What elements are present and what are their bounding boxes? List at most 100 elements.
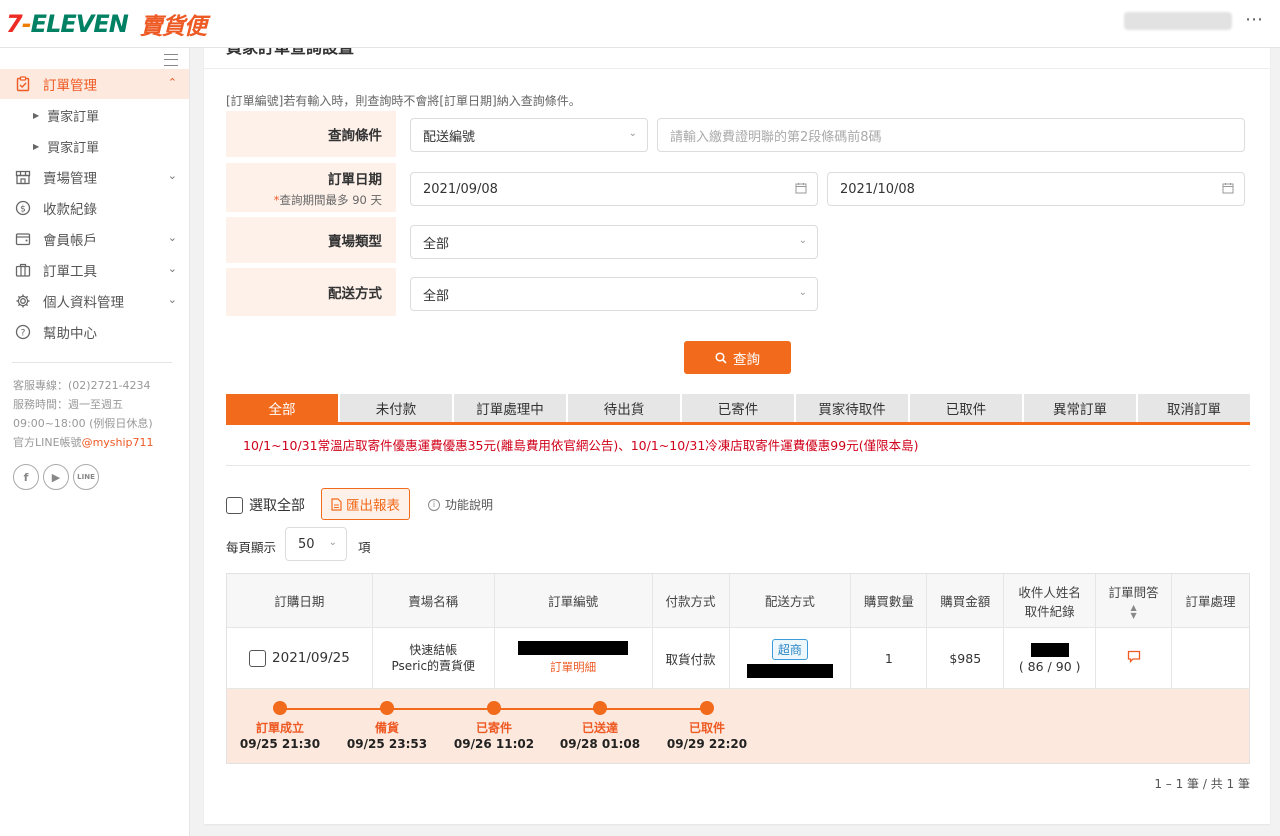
header-order-qa[interactable]: 訂單問答 ▲ ▼ <box>1096 574 1173 627</box>
youtube-icon[interactable]: ▶ <box>43 464 69 490</box>
chevron-down-icon: ⌄ <box>628 128 637 139</box>
section-divider <box>226 465 1250 466</box>
delivery-badge: 超商 <box>771 638 808 660</box>
sidebar-item-store-management[interactable]: 賣場管理 ⌄ <box>0 162 189 192</box>
sidebar-item-order-tools[interactable]: 訂單工具 ⌄ <box>0 255 189 285</box>
sidebar-item-profile-settings[interactable]: 個人資料管理 ⌄ <box>0 286 189 316</box>
line-account-label: 官方LINE帳號 <box>13 436 82 449</box>
briefcase-icon <box>14 261 32 279</box>
sidebar-item-payment-records[interactable]: $ 收款紀錄 <box>0 193 189 223</box>
sidebar-item-help-center[interactable]: ? 幫助中心 <box>0 317 189 347</box>
query-condition-label: 查詢條件 <box>226 111 396 157</box>
header-pickup-record: 取件紀錄 <box>1024 603 1075 619</box>
tab-processing[interactable]: 訂單處理中 <box>454 394 566 422</box>
row-checkbox[interactable] <box>249 649 267 667</box>
order-detail-link[interactable]: 訂單明細 <box>550 659 596 675</box>
sidebar-subitem-buyer-orders[interactable]: ▶ 買家訂單 <box>0 132 189 160</box>
payment-method-cell: 取貨付款 <box>653 628 730 688</box>
tab-all[interactable]: 全部 <box>226 394 338 422</box>
search-icon <box>715 351 727 364</box>
date-to-input[interactable]: 2021/10/08 <box>827 172 1245 206</box>
gear-icon <box>14 292 32 310</box>
logo-brand: 賣貨便 <box>139 14 207 40</box>
site-logo[interactable]: 7-ELEVEN 賣貨便 <box>6 8 207 40</box>
line-icon[interactable]: LINE <box>73 464 99 490</box>
store-name-cell: 快速結帳 Pseric的賣貨便 <box>373 628 495 688</box>
chevron-down-icon: ⌄ <box>798 235 807 246</box>
order-date-hint: *查詢期間最多 90 天 <box>274 192 382 208</box>
timeline-label: 已寄件 <box>475 721 512 735</box>
table-row: 2021/09/25 快速結帳 Pseric的賣貨便 訂單明細 取貨付款 超商 … <box>227 628 1249 689</box>
tab-awaiting-pickup[interactable]: 買家待取件 <box>796 394 908 422</box>
order-date-cell: 2021/09/25 <box>227 628 373 688</box>
more-options-icon[interactable]: ⋯ <box>1244 10 1264 30</box>
timeline-dot <box>273 701 287 715</box>
timeline-time: 09/25 23:53 <box>346 737 428 751</box>
sidebar-item-label: 訂單工具 <box>43 264 97 280</box>
timeline-time: 09/26 11:02 <box>453 737 535 751</box>
sidebar-item-label: 訂單管理 <box>43 78 97 94</box>
sidebar-item-order-management[interactable]: 訂單管理 ⌃ <box>0 69 189 99</box>
select-all-checkbox[interactable]: 選取全部 <box>226 495 305 515</box>
calendar-icon[interactable] <box>1222 182 1234 194</box>
store-type-value: 全部 <box>423 236 450 252</box>
line-account-id[interactable]: @myship711 <box>82 436 154 449</box>
query-condition-label-text: 查詢條件 <box>328 128 382 144</box>
sidebar-item-label: 收款紀錄 <box>43 202 97 218</box>
order-qa-cell <box>1096 628 1173 688</box>
user-account-blurred[interactable] <box>1124 12 1232 30</box>
caret-right-icon: ▶ <box>33 110 40 120</box>
svg-text:$: $ <box>20 205 26 215</box>
per-page-label: 每頁顯示 <box>226 540 277 555</box>
store-icon <box>14 168 32 186</box>
delivery-method-cell: 超商 <box>730 628 852 688</box>
store-type-label-text: 賣場類型 <box>328 234 382 250</box>
date-from-input[interactable]: 2021/09/08 <box>410 172 818 206</box>
function-help-link[interactable]: i 功能說明 <box>428 496 493 513</box>
timeline-time: 09/29 22:20 <box>666 737 748 751</box>
timeline-label: 已送達 <box>581 721 618 735</box>
query-keyword-input[interactable]: 請輸入繳費證明聯的第2段條碼前8碼 <box>657 118 1245 152</box>
header-order-date: 訂購日期 <box>227 574 373 627</box>
timeline-step: 備貨 09/25 23:53 <box>342 701 432 751</box>
timeline-step: 已寄件 09/26 11:02 <box>449 701 539 751</box>
per-page-unit: 項 <box>358 540 371 555</box>
logo-7eleven: 7-ELEVEN <box>6 10 129 38</box>
export-report-label: 匯出報表 <box>346 498 400 514</box>
sidebar-subitem-label: 賣家訂單 <box>47 109 100 125</box>
tab-abnormal[interactable]: 異常訂單 <box>1024 394 1136 422</box>
sort-icon[interactable]: ▲ ▼ <box>1131 603 1137 620</box>
tab-awaiting-shipment[interactable]: 待出貨 <box>568 394 680 422</box>
title-divider <box>204 68 1270 69</box>
query-condition-select[interactable]: 配送編號 ⌄ <box>410 118 648 152</box>
query-keyword-placeholder: 請輸入繳費證明聯的第2段條碼前8碼 <box>670 129 882 145</box>
export-report-button[interactable]: 匯出報表 <box>321 488 410 520</box>
per-page-select[interactable]: 50 ⌄ <box>285 527 347 561</box>
search-button[interactable]: 查詢 <box>684 341 791 374</box>
tab-picked-up[interactable]: 已取件 <box>910 394 1022 422</box>
chevron-down-icon: ⌄ <box>328 537 337 548</box>
tab-cancelled[interactable]: 取消訂單 <box>1138 394 1250 422</box>
delivery-method-value: 全部 <box>423 288 450 304</box>
timeline-time: 09/28 01:08 <box>559 737 641 751</box>
tab-unpaid[interactable]: 未付款 <box>340 394 452 422</box>
menu-toggle-icon[interactable] <box>164 54 178 66</box>
chat-bubble-icon[interactable] <box>1127 650 1141 666</box>
chevron-up-icon: ⌃ <box>167 76 177 89</box>
store-type-select[interactable]: 全部 ⌄ <box>410 225 818 259</box>
checkbox[interactable] <box>226 496 243 514</box>
sidebar-item-member-account[interactable]: 會員帳戶 ⌄ <box>0 224 189 254</box>
facebook-icon[interactable]: f <box>13 464 39 490</box>
delivery-method-select[interactable]: 全部 ⌄ <box>410 277 818 311</box>
order-date-label-text: 訂單日期 <box>328 171 382 188</box>
sidebar-item-label: 幫助中心 <box>43 326 97 342</box>
timeline-step: 已取件 09/29 22:20 <box>662 701 752 751</box>
order-date-hint-text: 查詢期間最多 90 天 <box>279 192 382 207</box>
timeline-dot <box>487 701 501 715</box>
calendar-icon[interactable] <box>795 182 807 194</box>
sidebar-subitem-label: 買家訂單 <box>47 140 100 156</box>
sidebar-divider <box>12 362 172 363</box>
table-header-row: 訂購日期 賣場名稱 訂單編號 付款方式 配送方式 購買數量 購買金額 收件人姓名… <box>227 574 1249 628</box>
sidebar-subitem-seller-orders[interactable]: ▶ 賣家訂單 <box>0 101 189 129</box>
tab-shipped[interactable]: 已寄件 <box>682 394 794 422</box>
